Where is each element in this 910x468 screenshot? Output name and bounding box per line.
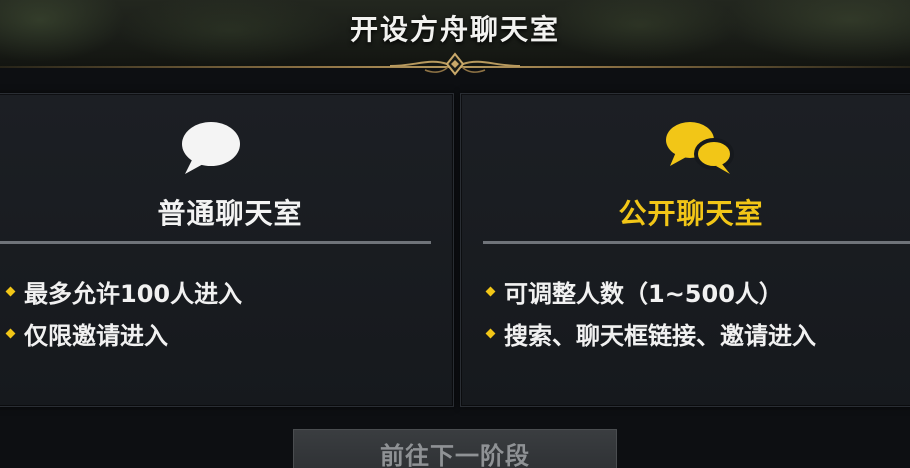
feature-list: 可调整人数（1~500人） 搜索、聊天框链接、邀请进入 bbox=[485, 270, 816, 354]
feature-list: 最多允许100人进入 仅限邀请进入 bbox=[5, 270, 242, 354]
bullet-diamond-icon bbox=[5, 286, 16, 296]
double-speech-bubble-icon bbox=[660, 118, 740, 178]
bullet-diamond-icon bbox=[5, 328, 16, 338]
public-chat-room-card[interactable]: 公开聊天室 可调整人数（1~500人） 搜索、聊天框链接、邀请进入 bbox=[460, 93, 910, 407]
room-title-normal: 普通聊天室 bbox=[157, 197, 303, 230]
header-bar: 开设方舟聊天室 bbox=[0, 0, 910, 76]
feature-text: 仅限邀请进入 bbox=[24, 321, 168, 350]
list-item: 最多允许100人进入 bbox=[5, 270, 242, 312]
chat-room-setup-screen: 开设方舟聊天室 普通聊天室 最多允许100人进入 仅限邀请进入 公开聊天室 可调… bbox=[0, 0, 910, 468]
list-item: 仅限邀请进入 bbox=[5, 312, 242, 354]
card-divider bbox=[483, 241, 910, 244]
bullet-diamond-icon bbox=[485, 286, 496, 296]
feature-text: 搜索、聊天框链接、邀请进入 bbox=[504, 321, 816, 350]
page-title: 开设方舟聊天室 bbox=[349, 13, 560, 46]
room-title-public: 公开聊天室 bbox=[618, 197, 764, 230]
next-step-button[interactable]: 前往下一阶段 bbox=[293, 429, 617, 468]
ornament-icon bbox=[389, 52, 521, 76]
feature-text: 最多允许100人进入 bbox=[24, 279, 243, 308]
feature-text: 可调整人数（1~500人） bbox=[504, 279, 783, 308]
card-divider bbox=[0, 241, 431, 244]
speech-bubble-icon bbox=[171, 118, 251, 178]
bullet-diamond-icon bbox=[485, 328, 496, 338]
list-item: 搜索、聊天框链接、邀请进入 bbox=[485, 312, 816, 354]
normal-chat-room-card[interactable]: 普通聊天室 最多允许100人进入 仅限邀请进入 bbox=[0, 93, 454, 407]
list-item: 可调整人数（1~500人） bbox=[485, 270, 816, 312]
